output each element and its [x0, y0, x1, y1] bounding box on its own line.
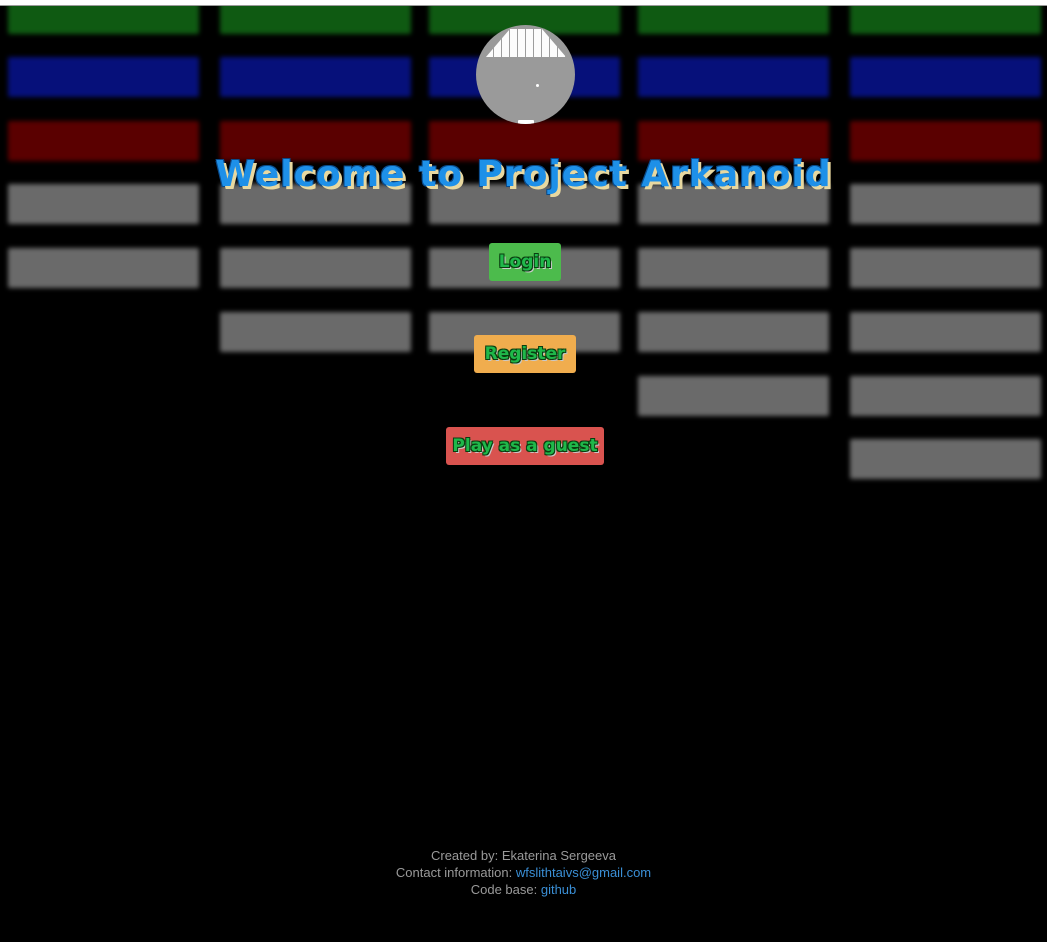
created-label: Created by:: [430, 848, 499, 863]
brick-gray: [638, 248, 829, 288]
brick-gray: [220, 312, 411, 352]
logo-bricks: [486, 29, 566, 57]
brick-gray: [220, 248, 411, 288]
register-button[interactable]: Register: [474, 335, 576, 373]
brick-gray: [850, 312, 1041, 352]
arkanoid-logo-icon: [476, 25, 575, 124]
brick-background: [0, 0, 1047, 942]
brick-gray: [850, 376, 1041, 416]
author-name: Ekaterina Sergeeva: [501, 848, 616, 863]
logo-paddle: [518, 120, 534, 124]
contact-label: Contact information:: [395, 865, 513, 880]
footer: Created by: Ekaterina Sergeeva Contact i…: [0, 847, 1047, 898]
code-label: Code base:: [470, 882, 538, 897]
brick-gray: [638, 376, 829, 416]
github-link[interactable]: github: [541, 882, 576, 897]
play-as-guest-button[interactable]: Play as a guest: [446, 427, 604, 465]
brick-blue: [8, 57, 199, 97]
page-title: Welcome to Project Arkanoid: [215, 154, 832, 195]
brick-blue: [220, 57, 411, 97]
brick-gray: [850, 439, 1041, 479]
footer-created-line: Created by: Ekaterina Sergeeva: [0, 847, 1047, 864]
footer-contact-line: Contact information: wfslithtaivs@gmail.…: [0, 864, 1047, 881]
landing-page: Welcome to Project Arkanoid Login Regist…: [0, 0, 1047, 942]
brick-gray: [8, 248, 199, 288]
top-border: [0, 0, 1047, 6]
login-button[interactable]: Login: [489, 243, 561, 281]
brick-blue: [850, 57, 1041, 97]
footer-code-line: Code base: github: [0, 881, 1047, 898]
brick-blue: [638, 57, 829, 97]
contact-email-link[interactable]: wfslithtaivs@gmail.com: [516, 865, 651, 880]
brick-gray: [850, 248, 1041, 288]
logo-ball: [536, 84, 539, 87]
brick-gray: [638, 312, 829, 352]
